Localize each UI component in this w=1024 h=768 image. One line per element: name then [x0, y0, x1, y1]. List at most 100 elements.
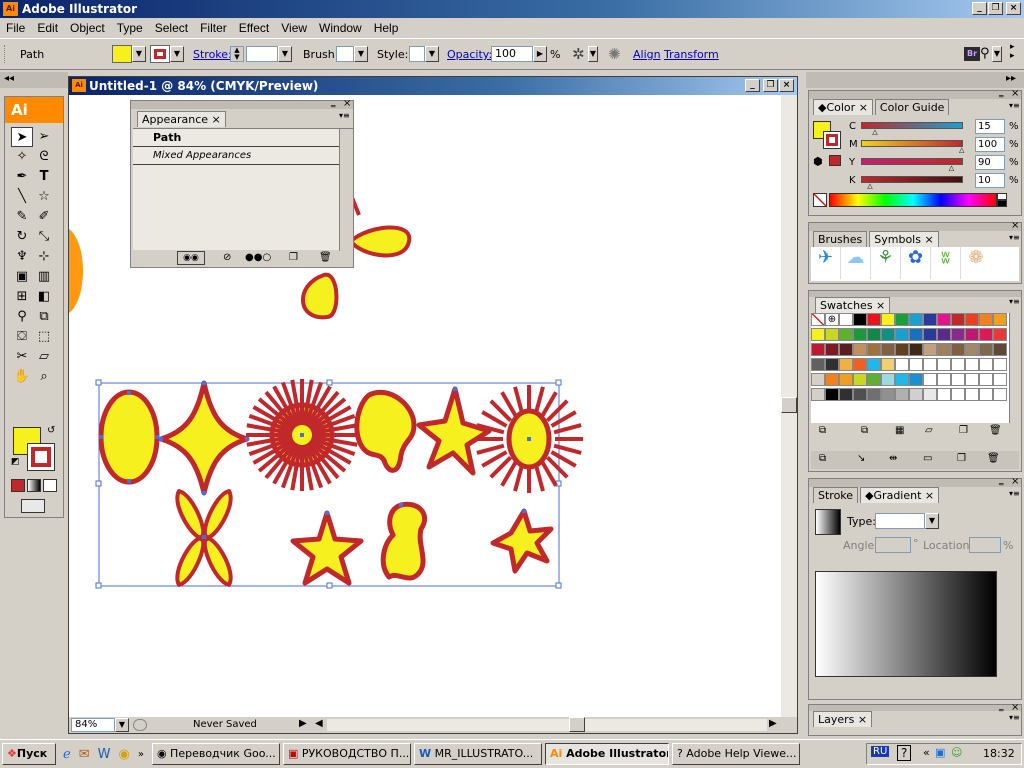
swatch[interactable] — [881, 373, 895, 386]
zoom-input[interactable]: 84% — [71, 718, 115, 732]
swatch[interactable] — [965, 343, 979, 356]
mesh-tool-icon[interactable]: ⊞ — [11, 287, 33, 307]
tab-color[interactable]: ◆Color × — [813, 99, 873, 115]
rotate-tool-icon[interactable]: ↻ — [11, 227, 33, 247]
bridge-icon[interactable]: Br — [964, 47, 980, 61]
swatch[interactable] — [923, 388, 937, 401]
taskbar-help-viewer[interactable]: ? Adobe Help Viewe... — [671, 743, 800, 765]
panel-menu-icon[interactable]: ▾≡ — [339, 111, 350, 120]
lasso-tool-icon[interactable]: ᘓ — [33, 147, 55, 167]
panel-menu-icon[interactable]: ▾≡ — [1009, 297, 1020, 306]
channel-slider[interactable] — [861, 140, 963, 147]
swatch[interactable] — [979, 388, 993, 401]
channel-slider[interactable] — [861, 158, 963, 165]
selection-handle[interactable] — [555, 379, 562, 386]
swatch[interactable] — [867, 388, 881, 401]
selection-handle[interactable] — [326, 379, 333, 386]
panel-menu-icon[interactable]: ▾≡ — [1009, 713, 1020, 722]
four-point-star-shape[interactable] — [158, 380, 250, 496]
new-brush-icon[interactable]: ❐ — [957, 453, 966, 464]
default-colors-icon[interactable]: ◩ — [11, 457, 20, 467]
tray-expand-icon[interactable]: « — [923, 746, 930, 759]
swatch[interactable] — [993, 328, 1007, 341]
swatch[interactable] — [881, 358, 895, 371]
pencil-tool-icon[interactable]: ✐ — [33, 207, 55, 227]
swatch[interactable] — [993, 388, 1007, 401]
live-paint-selection-tool-icon[interactable]: ⬚ — [33, 327, 55, 347]
collapse-left-icon[interactable]: ◂◂ — [4, 73, 14, 84]
slider-thumb-icon[interactable]: △ — [867, 182, 872, 190]
color-panel-header[interactable] — [809, 91, 1021, 99]
swatch[interactable] — [867, 358, 881, 371]
swap-fill-stroke-icon[interactable]: ↺ — [47, 425, 55, 436]
gradient-panel-header[interactable] — [809, 479, 1021, 487]
swatch[interactable] — [951, 373, 965, 386]
swatch[interactable] — [993, 343, 1007, 356]
recolor-icon[interactable]: ✲ — [572, 45, 585, 63]
swatch[interactable] — [993, 358, 1007, 371]
swatch[interactable] — [825, 343, 839, 356]
swatch-registration-icon[interactable]: ⊕ — [825, 313, 839, 326]
swatch[interactable] — [839, 373, 853, 386]
channel-input[interactable]: 100 — [975, 137, 1005, 152]
doc-close-button[interactable]: × — [779, 79, 794, 92]
stroke-link[interactable]: Stroke: — [193, 48, 232, 61]
swatch[interactable] — [895, 343, 909, 356]
swatch[interactable] — [867, 373, 881, 386]
selection-handle[interactable] — [95, 480, 102, 487]
minimize-button[interactable]: _ — [972, 2, 987, 15]
start-button[interactable]: ❖Пуск — [2, 743, 56, 765]
blend-tool-icon[interactable]: ⧉ — [33, 307, 55, 327]
swatch[interactable] — [825, 373, 839, 386]
remove-brush-stroke-icon[interactable]: ↘ — [857, 453, 865, 464]
quicklaunch-more-icon[interactable]: » — [138, 749, 144, 760]
swatch[interactable] — [853, 373, 867, 386]
swatch[interactable] — [993, 313, 1007, 326]
taskbar-word-doc[interactable]: W MR_ILLUSTRATO... — [413, 743, 542, 765]
new-swatch-icon[interactable]: ❐ — [959, 425, 968, 436]
gradient-ramp[interactable] — [815, 571, 997, 677]
channel-input[interactable]: 10 — [975, 173, 1005, 188]
symbol-blue-flower-icon[interactable]: ✿ — [901, 247, 931, 279]
slider-thumb-icon[interactable]: △ — [959, 146, 964, 154]
transform-link[interactable]: Transform — [664, 48, 719, 61]
swatch[interactable] — [881, 388, 895, 401]
taskbar-illustrator[interactable]: Ai Adobe Illustrator — [544, 743, 669, 765]
language-indicator[interactable]: RU — [871, 746, 890, 757]
scale-tool-icon[interactable]: ⤡ — [33, 227, 55, 247]
panel-menu-icon[interactable]: ▾≡ — [1009, 101, 1020, 110]
panel-close-icon[interactable]: × — [1011, 476, 1019, 487]
swatch[interactable] — [909, 328, 923, 341]
channel-input[interactable]: 90 — [975, 155, 1005, 170]
swatch[interactable] — [937, 343, 951, 356]
swatch[interactable] — [965, 373, 979, 386]
stroke-color-swatch[interactable] — [150, 45, 170, 63]
location-input[interactable] — [969, 537, 1001, 553]
swatch[interactable] — [951, 313, 965, 326]
status-nav-icon[interactable] — [133, 719, 147, 731]
opacity-dropdown[interactable]: ▶ — [533, 46, 547, 62]
slider-thumb-icon[interactable]: △ — [949, 164, 954, 172]
symbol-cloud-icon[interactable]: ☁ — [841, 247, 871, 279]
menu-window[interactable]: Window — [313, 21, 368, 35]
swatch[interactable] — [937, 328, 951, 341]
swatch[interactable] — [853, 343, 867, 356]
color-mode-icon[interactable] — [11, 479, 25, 492]
opacity-input[interactable]: 100 — [491, 46, 533, 62]
swatch[interactable] — [937, 358, 951, 371]
horizontal-scrollbar[interactable] — [327, 719, 767, 731]
swatch[interactable] — [839, 328, 853, 341]
swatch[interactable] — [867, 328, 881, 341]
swatch[interactable] — [909, 358, 923, 371]
appearance-scrollbar[interactable] — [339, 129, 353, 251]
swatch[interactable] — [825, 328, 839, 341]
isolate-icon[interactable]: ✺ — [608, 45, 621, 63]
paintbrush-tool-icon[interactable]: ✎ — [11, 207, 33, 227]
stroke-dropdown[interactable]: ▼ — [170, 46, 184, 62]
swatch[interactable] — [923, 373, 937, 386]
reduce-basic-icon[interactable]: ●●○ — [245, 252, 271, 263]
swatch[interactable] — [979, 358, 993, 371]
recolor-dropdown[interactable]: ▼ — [588, 46, 598, 62]
fill-dropdown[interactable]: ▼ — [132, 46, 146, 62]
swatch[interactable] — [951, 388, 965, 401]
